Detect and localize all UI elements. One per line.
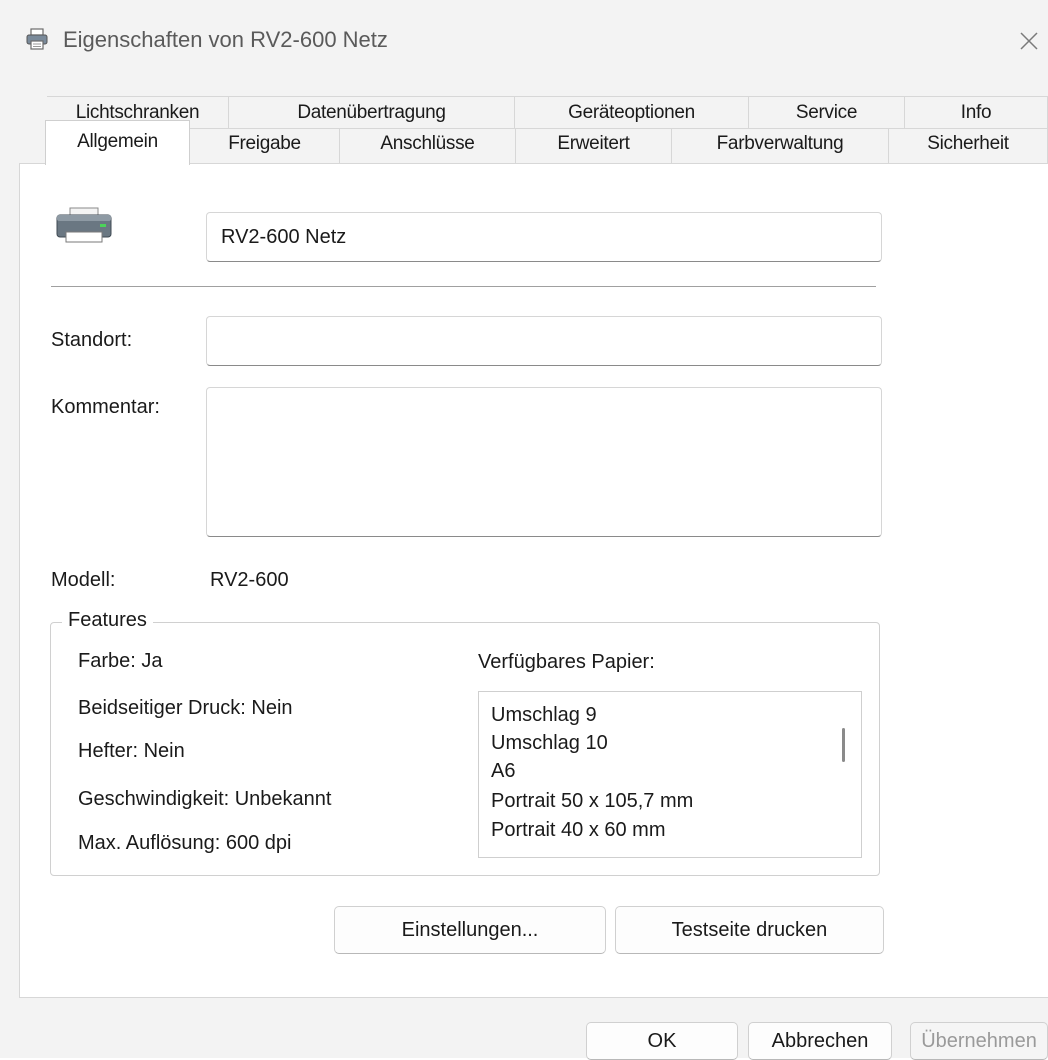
feature-color: Farbe: Ja [78, 650, 163, 672]
location-label: Standort: [51, 329, 133, 351]
divider [51, 286, 876, 287]
properties-dialog: Eigenschaften von RV2-600 Netz Lichtschr… [0, 0, 1048, 1060]
window-title: Eigenschaften von RV2-600 Netz [63, 27, 388, 52]
feature-resolution: Max. Auflösung: 600 dpi [78, 832, 292, 854]
cancel-button[interactable]: Abbrechen [748, 1022, 892, 1060]
list-item[interactable]: Portrait 50 x 105,7 mm [491, 790, 693, 813]
settings-button[interactable]: Einstellungen... [334, 906, 606, 954]
printer-name-input[interactable]: RV2-600 Netz [206, 212, 882, 262]
tab-service[interactable]: Service [749, 96, 905, 128]
list-item[interactable]: Portrait 40 x 60 mm [491, 819, 666, 842]
ok-button[interactable]: OK [586, 1022, 738, 1060]
model-label: Modell: [51, 569, 116, 591]
feature-speed: Geschwindigkeit: Unbekannt [78, 788, 332, 810]
feature-duplex: Beidseitiger Druck: Nein [78, 697, 293, 719]
features-title: Features [62, 609, 153, 632]
feature-stapler: Hefter: Nein [78, 740, 185, 762]
list-item[interactable]: Umschlag 9 [491, 704, 597, 727]
scrollbar-thumb[interactable] [842, 728, 845, 762]
close-button[interactable] [1010, 22, 1048, 60]
paper-listbox[interactable]: Umschlag 9 Umschlag 10 A6 Portrait 50 x … [478, 691, 862, 858]
tab-farbverwaltung[interactable]: Farbverwaltung [672, 128, 889, 164]
printer-icon [26, 28, 48, 50]
tab-datenuebertragung[interactable]: Datenübertragung [229, 96, 515, 128]
close-icon [1020, 32, 1038, 50]
comment-textarea[interactable] [206, 387, 882, 537]
print-test-page-button[interactable]: Testseite drucken [615, 906, 884, 954]
location-input[interactable] [206, 316, 882, 366]
tab-erweitert[interactable]: Erweitert [516, 128, 672, 164]
title-bar: Eigenschaften von RV2-600 Netz [0, 0, 1048, 88]
apply-button[interactable]: Übernehmen [910, 1022, 1048, 1060]
tab-sicherheit[interactable]: Sicherheit [889, 128, 1048, 164]
list-item[interactable]: A6 [491, 760, 515, 783]
model-value: RV2-600 [210, 569, 289, 591]
tab-allgemein[interactable]: Allgemein [45, 120, 190, 165]
tab-anschluesse[interactable]: Anschlüsse [340, 128, 516, 164]
tab-info[interactable]: Info [905, 96, 1048, 128]
list-item[interactable]: Umschlag 10 [491, 732, 608, 755]
comment-label: Kommentar: [51, 396, 160, 418]
tab-freigabe[interactable]: Freigabe [190, 128, 340, 164]
tab-geraeteoptionen[interactable]: Geräteoptionen [515, 96, 749, 128]
printer-icon [56, 207, 112, 243]
paper-label: Verfügbares Papier: [478, 651, 655, 673]
